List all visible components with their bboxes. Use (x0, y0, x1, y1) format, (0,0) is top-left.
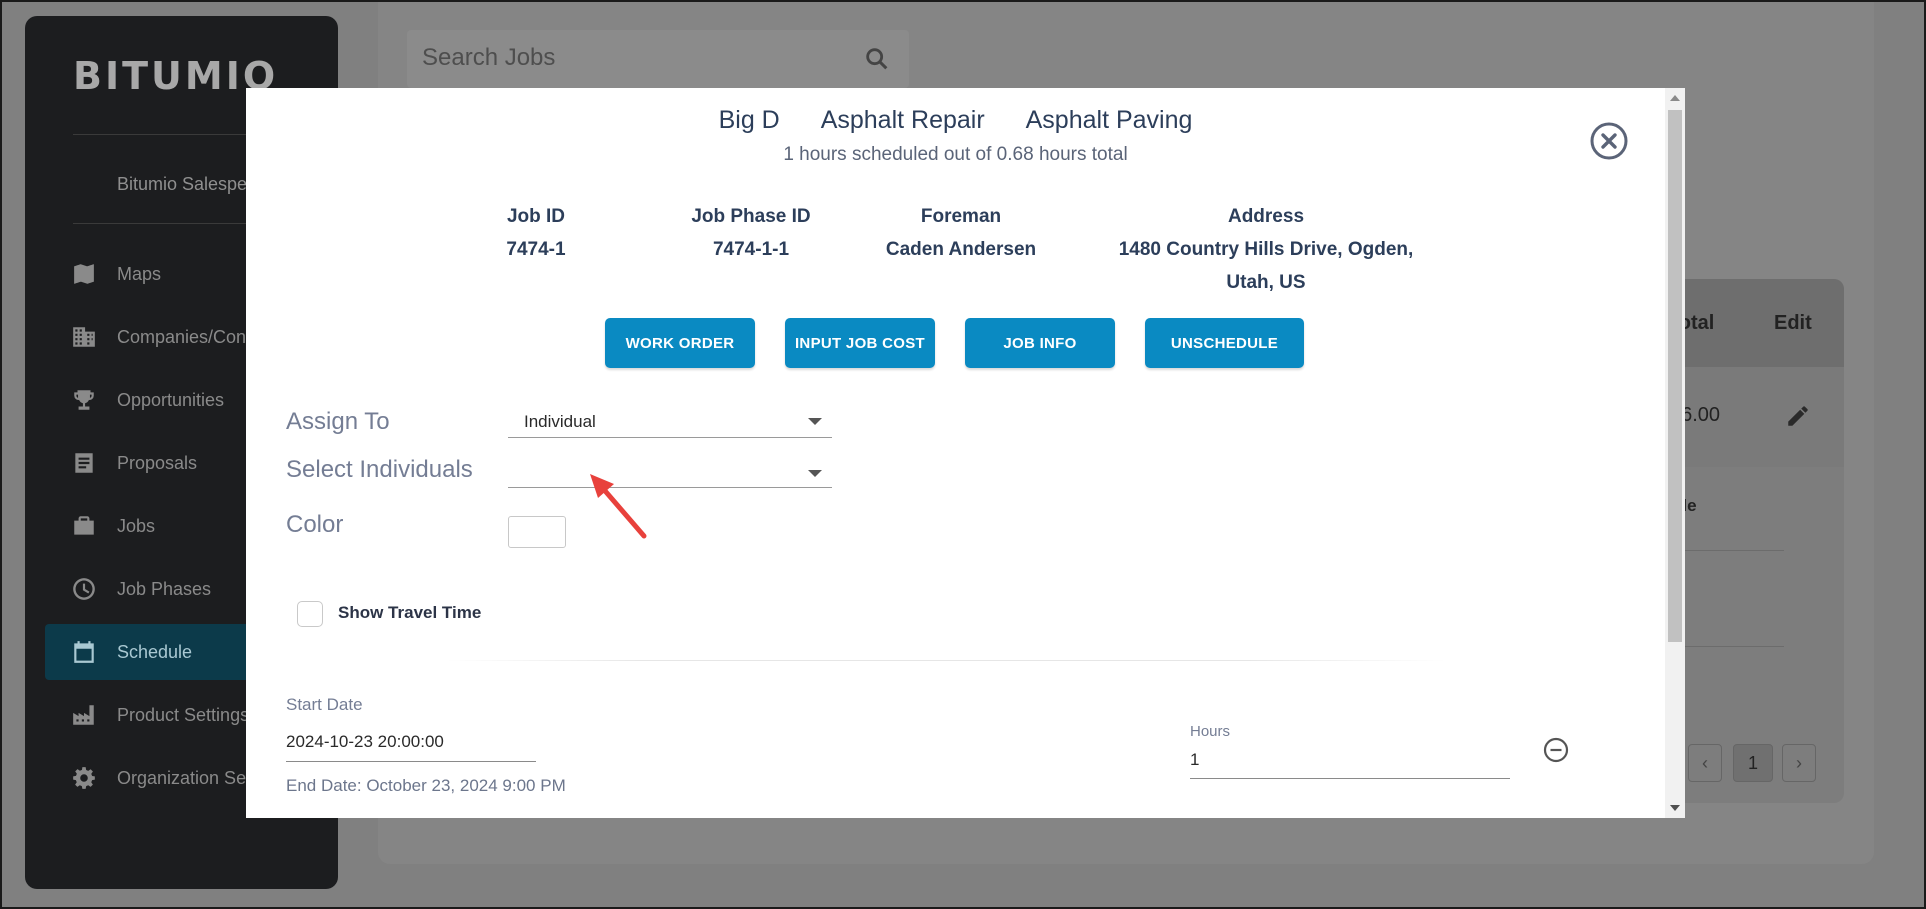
map-icon (71, 261, 97, 287)
unschedule-button[interactable]: UNSCHEDULE (1145, 318, 1304, 368)
company-name: Big D (718, 106, 780, 134)
hours-label: Hours (1190, 723, 1231, 740)
gear-icon (71, 765, 97, 791)
job-phase-id-column: Job Phase ID 7474-1-1 (666, 200, 836, 266)
sidebar-item-label: Opportunities (117, 389, 225, 410)
search-input[interactable]: Search Jobs (407, 30, 909, 88)
row-divider (1674, 550, 1784, 551)
annotation-arrow-icon (590, 474, 647, 539)
calendar-icon (71, 639, 97, 665)
dropdown-arrow-icon (808, 418, 822, 425)
modal-titles: Big D Asphalt Repair Asphalt Paving (246, 106, 1665, 135)
start-date-input[interactable]: 2024-10-23 20:00:00 (286, 732, 444, 752)
foreman-column: Foreman Caden Andersen (866, 200, 1056, 266)
foreman-value: Caden Andersen (885, 239, 1037, 260)
briefcase-icon (71, 513, 97, 539)
column-header-edit: Edit (1774, 312, 1812, 334)
sidebar-item-label: Product Settings (117, 704, 250, 725)
input-job-cost-button[interactable]: INPUT JOB COST (785, 318, 935, 368)
show-travel-time-checkbox[interactable] (297, 601, 323, 627)
factory-icon (71, 702, 97, 728)
section-divider (446, 660, 1446, 661)
search-placeholder: Search Jobs (422, 44, 556, 71)
job-id-column: Job ID 7474-1 (476, 200, 596, 266)
scrollbar-thumb[interactable] (1668, 110, 1682, 642)
address-line-2: Utah, US (1226, 272, 1306, 293)
edit-pencil-icon[interactable] (1785, 403, 1811, 429)
sidebar-item-label: Maps (117, 263, 162, 284)
work-order-button[interactable]: WORK ORDER (605, 318, 755, 368)
building-icon (71, 324, 97, 350)
address-label: Address (1227, 206, 1305, 227)
hours-underline (1190, 778, 1510, 779)
hours-summary: 1 hours scheduled out of 0.68 hours tota… (783, 144, 1128, 165)
assign-to-select[interactable]: Individual (508, 408, 832, 438)
job-title: Asphalt Repair (820, 106, 985, 134)
dropdown-arrow-icon (808, 470, 822, 477)
start-date-label: Start Date (286, 695, 363, 714)
hours-input[interactable]: 1 (1190, 750, 1199, 770)
sidebar-item-label: Jobs (117, 515, 156, 536)
color-picker[interactable] (508, 516, 566, 548)
pager-prev-button[interactable]: ‹ (1688, 744, 1722, 782)
scroll-down-arrow-icon[interactable] (1670, 805, 1680, 811)
job-id-label: Job ID (506, 206, 566, 227)
address-column: Address 1480 Country Hills Drive, Ogden,… (1106, 200, 1426, 299)
schedule-modal: Big D Asphalt Repair Asphalt Paving 1 ho… (246, 88, 1685, 818)
select-individuals-label: Select Individuals (286, 456, 473, 483)
trophy-icon (71, 387, 97, 413)
remove-circle-icon[interactable] (1542, 736, 1570, 764)
phase-title: Asphalt Paving (1025, 106, 1193, 134)
start-date-underline (286, 761, 536, 762)
job-phase-id-label: Job Phase ID (691, 206, 811, 227)
color-label: Color (286, 511, 344, 538)
assign-to-value: Individual (524, 412, 596, 431)
sidebar-item-label: Proposals (117, 452, 198, 473)
end-date-text: End Date: October 23, 2024 9:00 PM (286, 776, 566, 795)
assign-to-label: Assign To (286, 408, 390, 435)
screen: BITUMIO Bitumio Salesperson Maps Compani… (0, 0, 1926, 909)
scroll-up-arrow-icon[interactable] (1670, 95, 1680, 101)
pager-next-button[interactable]: › (1782, 744, 1816, 782)
address-line-1: 1480 Country Hills Drive, Ogden, (1118, 239, 1414, 260)
sidebar-item-label: Schedule (117, 641, 193, 662)
job-info-button[interactable]: JOB INFO (965, 318, 1115, 368)
document-icon (71, 450, 97, 476)
job-id-value: 7474-1 (506, 239, 566, 260)
row-divider (1674, 646, 1784, 647)
sidebar-item-label: Job Phases (117, 578, 212, 599)
job-phase-id-value: 7474-1-1 (712, 239, 790, 260)
show-travel-time-label: Show Travel Time (338, 603, 482, 622)
clock-icon (71, 576, 97, 602)
pager-current-page[interactable]: 1 (1733, 744, 1773, 782)
foreman-label: Foreman (920, 206, 1002, 227)
modal-scrollbar[interactable] (1665, 88, 1685, 818)
close-icon[interactable] (1589, 121, 1629, 161)
search-icon[interactable] (863, 45, 891, 73)
select-individuals-select[interactable] (508, 458, 832, 488)
